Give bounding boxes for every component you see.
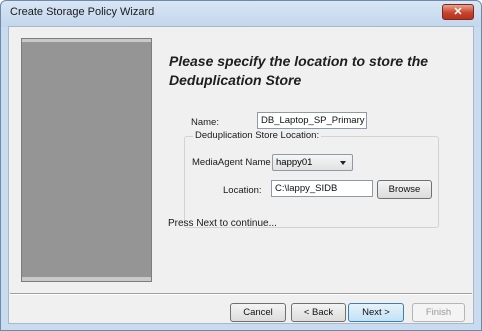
close-icon: ✕ (453, 6, 463, 18)
wizard-side-image (21, 38, 152, 282)
location-label: Location: (223, 185, 262, 196)
dedup-store-location-label: Deduplication Store Location: (193, 130, 322, 141)
cancel-button[interactable]: Cancel (230, 303, 286, 322)
name-label: Name: (191, 117, 219, 128)
chevron-down-icon (340, 161, 346, 165)
browse-button[interactable]: Browse (377, 180, 432, 199)
side-image-top-border (22, 39, 151, 42)
name-field[interactable]: DB_Laptop_SP_Primary (257, 112, 367, 129)
continue-hint: Press Next to continue... (168, 218, 277, 229)
page-heading: Please specify the location to store the… (169, 53, 429, 88)
finish-button[interactable]: Finish (412, 303, 465, 322)
location-field[interactable]: C:\lappy_SIDB (271, 180, 373, 197)
footer-divider (10, 293, 472, 295)
media-agent-value: happy01 (276, 157, 313, 168)
media-agent-dropdown[interactable]: happy01 (272, 154, 353, 171)
close-button[interactable]: ✕ (442, 4, 474, 20)
window-title: Create Storage Policy Wizard (10, 6, 155, 18)
title-bar: Create Storage Policy Wizard ✕ (1, 1, 481, 25)
next-button[interactable]: Next > (348, 303, 404, 322)
side-image-bottom-border (22, 277, 151, 281)
wizard-body: Please specify the location to store the… (8, 26, 474, 324)
wizard-window: Create Storage Policy Wizard ✕ Please sp… (0, 0, 482, 331)
media-agent-label: MediaAgent Name (192, 157, 271, 168)
back-button[interactable]: < Back (291, 303, 346, 322)
